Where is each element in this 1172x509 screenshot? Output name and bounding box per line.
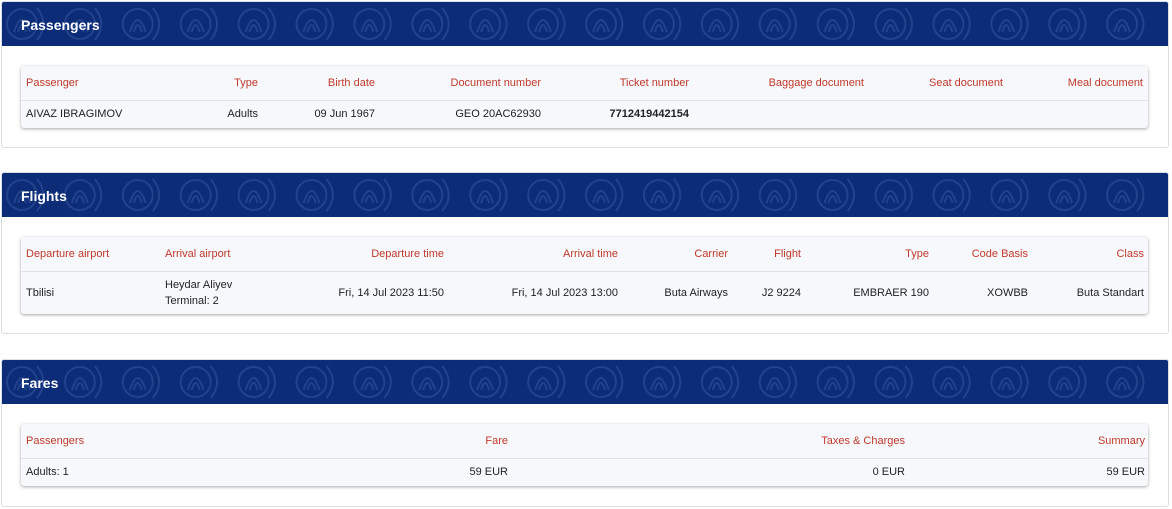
ornament-pattern: [5, 178, 1145, 212]
departure-time: Fri, 14 Jul 2023 11:50: [338, 286, 444, 299]
col-header-arrival-time: Arrival time: [449, 237, 623, 272]
arrival-airport: Heydar Aliyev: [165, 278, 233, 291]
col-header-carrier: Carrier: [623, 237, 733, 272]
passengers-section: Passengers Passenger Type Birth date Doc…: [1, 1, 1169, 148]
table-row: Tbilisi Heydar Aliyev Terminal: 2 Fri, 1…: [21, 272, 1148, 314]
passengers-title: Passengers: [21, 17, 100, 33]
table-header-row: Passenger Type Birth date Document numbe…: [21, 66, 1148, 101]
taxes-amount: 0 EUR: [872, 466, 905, 479]
col-header-class: Class: [1033, 237, 1148, 272]
code-basis: XOWBB: [987, 286, 1028, 299]
flight-number: J2 9224: [761, 286, 801, 299]
col-header-seat-document: Seat document: [869, 66, 1008, 101]
departure-airport: Tbilisi: [26, 286, 55, 299]
summary-amount: 59 EUR: [1106, 466, 1145, 479]
flights-table-card: Departure airport Arrival airport Depart…: [21, 237, 1148, 314]
aircraft-type: EMBRAER 190: [853, 286, 929, 299]
table-row: AIVAZ IBRAGIMOV Adults 09 Jun 1967 GEO 2…: [21, 101, 1148, 128]
col-header-type: Type: [161, 66, 263, 101]
passenger-name: AIVAZ IBRAGIMOV: [26, 108, 123, 121]
passengers-table-card: Passenger Type Birth date Document numbe…: [21, 66, 1148, 128]
col-header-arrival-airport: Arrival airport: [160, 237, 270, 272]
document-number: GEO 20AC62930: [455, 108, 541, 121]
fares-section: Fares Passengers Fare Taxes & Charges Su…: [1, 359, 1169, 507]
fare-amount: 59 EUR: [469, 466, 508, 479]
col-header-summary: Summary: [910, 424, 1148, 459]
col-header-birth-date: Birth date: [263, 66, 380, 101]
birth-date: 09 Jun 1967: [314, 108, 375, 121]
fares-title: Fares: [21, 375, 59, 391]
col-header-code-basis: Code Basis: [934, 237, 1033, 272]
passenger-type: Adults: [227, 108, 258, 121]
arrival-terminal: Terminal: 2: [165, 294, 219, 307]
ornament-pattern: [5, 365, 1145, 399]
carrier: Buta Airways: [664, 286, 728, 299]
flights-section: Flights Departure airport Arrival airpor…: [1, 172, 1169, 334]
col-header-passenger: Passenger: [21, 66, 161, 101]
table-header-row: Passengers Fare Taxes & Charges Summary: [21, 424, 1148, 459]
ornament-pattern: [5, 7, 1145, 41]
col-header-flight: Flight: [733, 237, 806, 272]
fares-table-card: Passengers Fare Taxes & Charges Summary …: [21, 424, 1148, 486]
table-row: Adults: 1 59 EUR 0 EUR 59 EUR: [21, 459, 1148, 486]
fares-table: Passengers Fare Taxes & Charges Summary …: [21, 424, 1148, 486]
col-header-document-number: Document number: [380, 66, 546, 101]
col-header-passengers: Passengers: [21, 424, 121, 459]
col-header-fare: Fare: [121, 424, 513, 459]
seat-document: [869, 101, 1008, 128]
fare-class: Buta Standart: [1076, 286, 1144, 299]
passengers-table: Passenger Type Birth date Document numbe…: [21, 66, 1148, 128]
passengers-banner: Passengers: [2, 2, 1168, 46]
col-header-meal-document: Meal document: [1008, 66, 1148, 101]
table-header-row: Departure airport Arrival airport Depart…: [21, 237, 1148, 272]
meal-document: [1008, 101, 1148, 128]
ticket-number[interactable]: 7712419442154: [546, 101, 694, 128]
fares-banner: Fares: [2, 360, 1168, 404]
flights-title: Flights: [21, 188, 67, 204]
baggage-document: [694, 101, 869, 128]
col-header-taxes: Taxes & Charges: [513, 424, 910, 459]
col-header-type: Type: [806, 237, 934, 272]
arrival-airport-cell: Heydar Aliyev Terminal: 2: [160, 272, 270, 314]
arrival-time: Fri, 14 Jul 2023 13:00: [511, 286, 618, 299]
col-header-departure-airport: Departure airport: [21, 237, 160, 272]
col-header-departure-time: Departure time: [270, 237, 449, 272]
flights-table: Departure airport Arrival airport Depart…: [21, 237, 1148, 314]
flights-banner: Flights: [2, 173, 1168, 217]
col-header-ticket-number: Ticket number: [546, 66, 694, 101]
col-header-baggage-document: Baggage document: [694, 66, 869, 101]
fare-passengers: Adults: 1: [26, 466, 69, 479]
